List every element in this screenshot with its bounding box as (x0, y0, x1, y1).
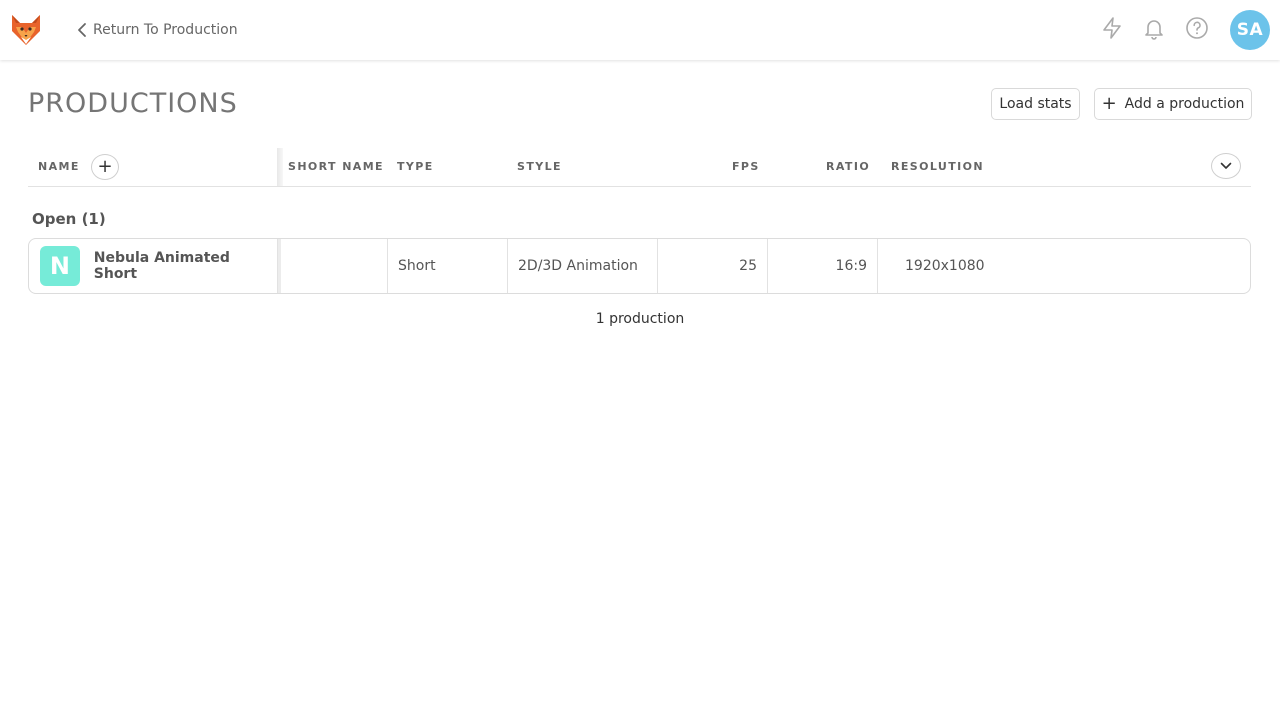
add-production-label: Add a production (1124, 96, 1245, 112)
column-header-type[interactable]: TYPE (397, 160, 434, 173)
column-header-style[interactable]: STYLE (517, 160, 562, 173)
column-header-name[interactable]: NAME (38, 160, 80, 173)
cell-type: Short (388, 239, 508, 293)
table-row[interactable]: N Nebula Animated Short Short 2D/3D Anim… (28, 238, 1251, 294)
chevron-down-icon (1220, 162, 1232, 169)
production-count: 1 production (595, 311, 685, 327)
fps-value: 25 (739, 258, 757, 274)
bell-icon[interactable] (1142, 16, 1166, 40)
cell-fps: 25 (658, 239, 768, 293)
sticky-column-divider (277, 148, 283, 186)
cell-ratio: 16:9 (768, 239, 878, 293)
column-header-resolution[interactable]: RESOLUTION (891, 160, 984, 173)
return-to-production-link[interactable]: Return To Production (76, 20, 238, 40)
cell-short-name (281, 239, 388, 293)
lightning-icon[interactable] (1100, 16, 1124, 40)
plus-icon: + (97, 156, 113, 177)
plus-icon: + (1101, 93, 1117, 114)
group-title-open: Open (1) (32, 210, 106, 228)
ratio-value: 16:9 (835, 258, 867, 274)
return-to-production-label: Return To Production (93, 22, 238, 38)
chevron-left-icon (78, 23, 86, 37)
production-avatar: N (40, 246, 80, 286)
cell-resolution: 1920x1080 (878, 239, 1078, 293)
top-bar: Return To Production SA (0, 0, 1280, 60)
cell-name[interactable]: N Nebula Animated Short (29, 239, 278, 293)
page-title: PRODUCTIONS (28, 88, 238, 119)
add-column-button[interactable]: + (91, 154, 119, 180)
help-icon[interactable] (1185, 16, 1209, 40)
column-options-button[interactable] (1211, 153, 1241, 179)
type-value: Short (398, 258, 436, 274)
load-stats-button[interactable]: Load stats (991, 88, 1080, 120)
kitsu-fox-logo[interactable] (10, 13, 42, 47)
column-header-fps[interactable]: FPS (732, 160, 760, 173)
load-stats-label: Load stats (999, 96, 1072, 112)
user-avatar[interactable]: SA (1230, 10, 1270, 50)
add-production-button[interactable]: + Add a production (1094, 88, 1252, 120)
table-header: NAME + SHORT NAME TYPE STYLE FPS RATIO R… (28, 148, 1251, 187)
cell-style: 2D/3D Animation (508, 239, 658, 293)
production-name[interactable]: Nebula Animated Short (94, 250, 277, 282)
column-header-ratio[interactable]: RATIO (826, 160, 870, 173)
column-header-short-name[interactable]: SHORT NAME (288, 160, 384, 173)
style-value: 2D/3D Animation (518, 258, 638, 274)
resolution-value: 1920x1080 (905, 258, 985, 274)
